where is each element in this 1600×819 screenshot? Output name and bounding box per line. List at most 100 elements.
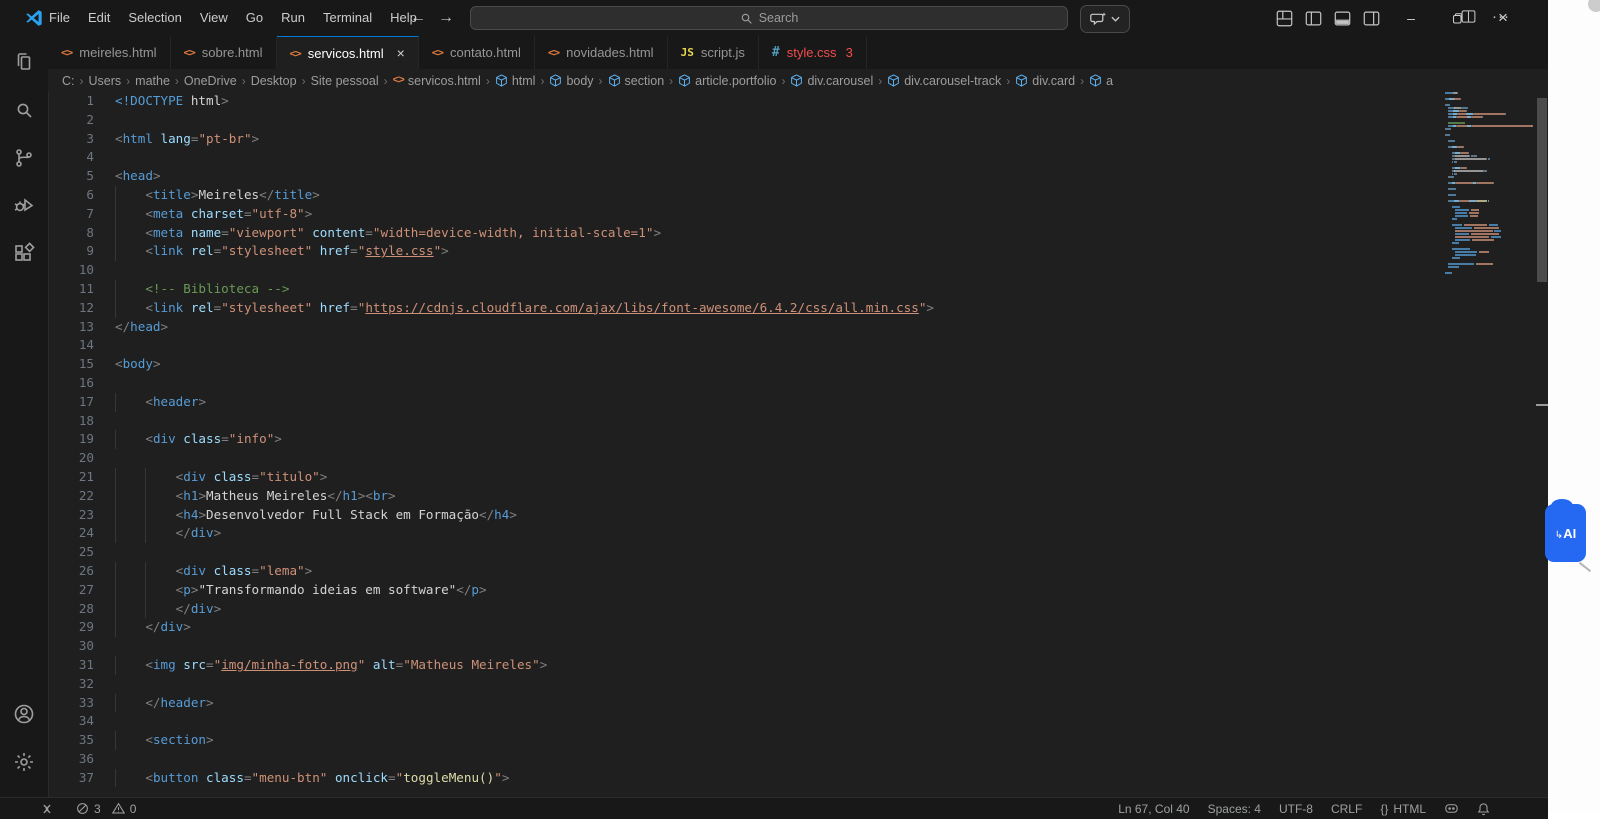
- line-number[interactable]: 31: [48, 656, 94, 675]
- line-number[interactable]: 15: [48, 355, 94, 374]
- problems-indicator[interactable]: 3 0: [76, 802, 136, 816]
- code-line[interactable]: 7 <meta charset="utf-8">: [48, 205, 1548, 224]
- status-language-mode[interactable]: {}HTML: [1380, 802, 1426, 816]
- code-line[interactable]: 13</head>: [48, 318, 1548, 337]
- code-line[interactable]: 1<!DOCTYPE html>: [48, 92, 1548, 111]
- code-line[interactable]: 10: [48, 261, 1548, 280]
- code-line[interactable]: 2: [48, 111, 1548, 130]
- line-number[interactable]: 6: [48, 186, 94, 205]
- code-line[interactable]: 3<html lang="pt-br">: [48, 130, 1548, 149]
- menu-view[interactable]: View: [191, 6, 237, 30]
- code-line[interactable]: 8 <meta name="viewport" content="width=d…: [48, 224, 1548, 243]
- line-number[interactable]: 16: [48, 374, 94, 393]
- tab-contato.html[interactable]: <>contato.html: [419, 36, 535, 69]
- line-number[interactable]: 18: [48, 412, 94, 431]
- tab-sobre.html[interactable]: <>sobre.html: [171, 36, 277, 69]
- activitybar-settings-gear-icon[interactable]: [12, 750, 36, 774]
- tab-novidades.html[interactable]: <>novidades.html: [535, 36, 668, 69]
- minimap[interactable]: [1445, 92, 1535, 352]
- code-line[interactable]: 12 <link rel="stylesheet" href="https://…: [48, 299, 1548, 318]
- line-number[interactable]: 19: [48, 430, 94, 449]
- line-number[interactable]: 25: [48, 543, 94, 562]
- line-number[interactable]: 5: [48, 167, 94, 186]
- breadcrumb-folder[interactable]: Desktop: [251, 74, 297, 88]
- tab-close-icon[interactable]: ×: [397, 45, 405, 61]
- ai-assistant-button[interactable]: ↳AI: [1545, 504, 1586, 562]
- code-line[interactable]: 35 <section>: [48, 731, 1548, 750]
- code-line[interactable]: 9 <link rel="stylesheet" href="style.css…: [48, 242, 1548, 261]
- breadcrumb-file[interactable]: <>servicos.html: [393, 74, 481, 88]
- code-line[interactable]: 26 <div class="lema">: [48, 562, 1548, 581]
- breadcrumb-symbol[interactable]: html: [495, 74, 536, 88]
- code-line[interactable]: 29 </div>: [48, 618, 1548, 637]
- menu-edit[interactable]: Edit: [79, 6, 119, 30]
- breadcrumb-folder[interactable]: OneDrive: [184, 74, 237, 88]
- forward-icon[interactable]: →: [438, 9, 454, 27]
- copilot-icon[interactable]: [1444, 802, 1459, 815]
- status-spaces[interactable]: Spaces: 4: [1208, 802, 1261, 816]
- bell-icon[interactable]: [1477, 802, 1490, 816]
- line-number[interactable]: 37: [48, 769, 94, 788]
- layout-sidebar-right-icon[interactable]: [1363, 10, 1380, 27]
- copilot-menu-button[interactable]: [1080, 5, 1130, 33]
- code-line[interactable]: 19 <div class="info">: [48, 430, 1548, 449]
- back-icon[interactable]: ←: [410, 9, 426, 27]
- line-number[interactable]: 28: [48, 600, 94, 619]
- line-number[interactable]: 29: [48, 618, 94, 637]
- tab-meireles.html[interactable]: <>meireles.html: [48, 36, 171, 69]
- breadcrumb-symbol[interactable]: article.portfolio: [678, 74, 776, 88]
- code-line[interactable]: 15<body>: [48, 355, 1548, 374]
- scrollbar-thumb[interactable]: [1537, 98, 1547, 282]
- line-number[interactable]: 36: [48, 750, 94, 769]
- breadcrumb-symbol[interactable]: div.carousel: [790, 74, 873, 88]
- code-line[interactable]: 37 <button class="menu-btn" onclick="tog…: [48, 769, 1548, 788]
- breadcrumb-folder[interactable]: mathe: [135, 74, 170, 88]
- code-line[interactable]: 11 <!-- Biblioteca -->: [48, 280, 1548, 299]
- code-line[interactable]: 18: [48, 412, 1548, 431]
- activitybar-account-icon[interactable]: [12, 702, 36, 726]
- menu-selection[interactable]: Selection: [119, 6, 190, 30]
- line-number[interactable]: 27: [48, 581, 94, 600]
- more-actions-icon[interactable]: ···: [1492, 8, 1510, 25]
- line-number[interactable]: 34: [48, 712, 94, 731]
- split-editor-icon[interactable]: [1461, 9, 1476, 24]
- line-number[interactable]: 17: [48, 393, 94, 412]
- tab-script.js[interactable]: JSscript.js: [668, 36, 759, 69]
- minimize-button[interactable]: –: [1388, 0, 1434, 36]
- menu-go[interactable]: Go: [237, 6, 272, 30]
- code-line[interactable]: 5<head>: [48, 167, 1548, 186]
- line-number[interactable]: 13: [48, 318, 94, 337]
- breadcrumb-folder[interactable]: Users: [89, 74, 122, 88]
- code-line[interactable]: 33 </header>: [48, 694, 1548, 713]
- line-number[interactable]: 21: [48, 468, 94, 487]
- activitybar-source-control-icon[interactable]: [12, 146, 36, 170]
- breadcrumb-symbol[interactable]: body: [549, 74, 593, 88]
- line-number[interactable]: 30: [48, 637, 94, 656]
- line-number[interactable]: 8: [48, 224, 94, 243]
- code-line[interactable]: 4: [48, 148, 1548, 167]
- line-number[interactable]: 12: [48, 299, 94, 318]
- layout-sidebar-left-icon[interactable]: [1305, 10, 1322, 27]
- code-line[interactable]: 25: [48, 543, 1548, 562]
- code-line[interactable]: 27 <p>"Transformando ideias em software"…: [48, 581, 1548, 600]
- line-number[interactable]: 26: [48, 562, 94, 581]
- layout-panel-icon[interactable]: [1334, 10, 1351, 27]
- vertical-scrollbar[interactable]: [1536, 92, 1548, 712]
- line-number[interactable]: 1: [48, 92, 94, 111]
- code-editor[interactable]: 1<!DOCTYPE html>23<html lang="pt-br">45<…: [48, 92, 1548, 797]
- code-line[interactable]: 16: [48, 374, 1548, 393]
- code-line[interactable]: 6 <title>Meireles</title>: [48, 186, 1548, 205]
- line-number[interactable]: 35: [48, 731, 94, 750]
- code-line[interactable]: 14: [48, 336, 1548, 355]
- breadcrumb-symbol[interactable]: div.card: [1015, 74, 1075, 88]
- customize-layout-icon[interactable]: [1276, 10, 1293, 27]
- menu-run[interactable]: Run: [272, 6, 314, 30]
- menu-file[interactable]: File: [40, 6, 79, 30]
- breadcrumb-symbol[interactable]: a: [1089, 74, 1113, 88]
- menu-terminal[interactable]: Terminal: [314, 6, 381, 30]
- tab-style.css[interactable]: #style.css3: [759, 36, 867, 69]
- breadcrumb-folder[interactable]: C:: [62, 74, 75, 88]
- breadcrumb-symbol[interactable]: div.carousel-track: [887, 74, 1001, 88]
- line-number[interactable]: 24: [48, 524, 94, 543]
- line-number[interactable]: 14: [48, 336, 94, 355]
